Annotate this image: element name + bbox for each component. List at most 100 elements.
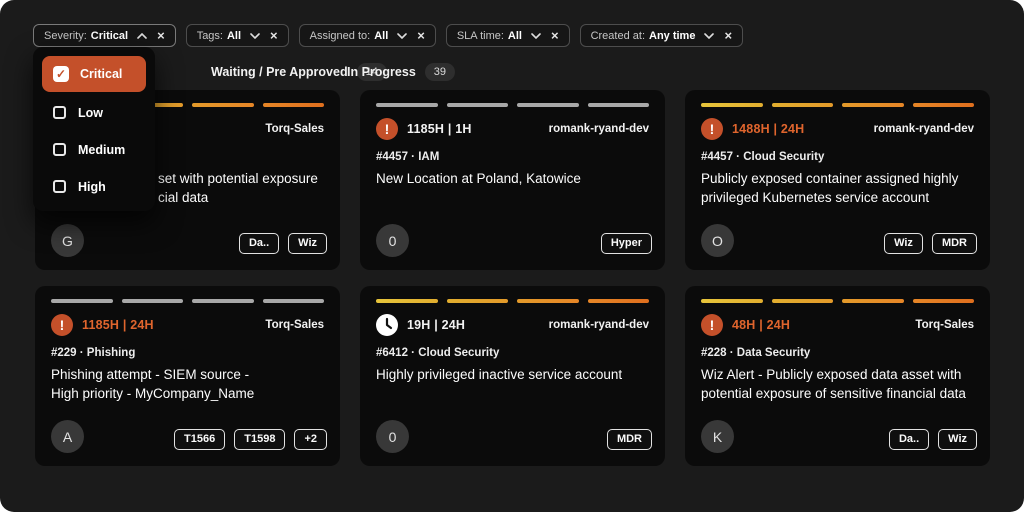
workspace-name: Torq-Sales	[265, 319, 324, 331]
sla-time: 1185H | 1H	[407, 122, 472, 136]
ticket-card[interactable]: 19H | 24H romank-ryand-dev #6412 · Cloud…	[360, 286, 665, 466]
ticket-id-category: #229 · Phishing	[51, 347, 135, 359]
chevron-down-icon[interactable]	[531, 33, 541, 39]
sla-progress-bar	[51, 299, 324, 303]
tag-chip: T1566	[174, 429, 225, 450]
ticket-id-category: #4457 · IAM	[376, 151, 439, 163]
tag-chip: Da..	[889, 429, 929, 450]
sla-progress-bar	[376, 299, 649, 303]
filter-chip-tags[interactable]: Tags: All ×	[186, 24, 289, 47]
filter-value: Critical	[91, 30, 128, 42]
severity-option-high[interactable]: High	[42, 168, 146, 205]
close-icon[interactable]: ×	[417, 29, 425, 42]
filter-value: All	[508, 30, 522, 42]
tag-chip: Hyper	[601, 233, 652, 254]
workspace-name: Torq-Sales	[915, 319, 974, 331]
assignee-avatar: G	[51, 224, 84, 257]
filter-bar: Severity: Critical × Tags: All × Assigne…	[33, 24, 743, 47]
assignee-avatar: A	[51, 420, 84, 453]
ticket-title: New Location at Poland, Katowice	[376, 169, 653, 188]
tag-list: Da.. Wiz	[889, 429, 977, 450]
tag-chip: MDR	[932, 233, 977, 254]
column-label: In Progress	[347, 65, 416, 79]
option-label: Critical	[80, 67, 122, 81]
close-icon[interactable]: ×	[157, 29, 165, 42]
option-label: High	[78, 180, 106, 194]
filter-value: All	[227, 30, 241, 42]
filter-chip-sla-time[interactable]: SLA time: All ×	[446, 24, 570, 47]
sla-time: 1488H | 24H	[732, 122, 804, 136]
assignee-avatar: O	[701, 224, 734, 257]
filter-label: Assigned to:	[310, 30, 371, 42]
severity-option-critical[interactable]: ✓ Critical	[42, 56, 146, 92]
tag-list: Hyper	[601, 233, 652, 254]
chevron-down-icon[interactable]	[397, 33, 407, 39]
sla-progress-bar	[701, 103, 974, 107]
tag-list: Wiz MDR	[884, 233, 977, 254]
tag-chip-more: +2	[294, 429, 327, 450]
ticket-card[interactable]: ! 1185H | 24H Torq-Sales #229 · Phishing…	[35, 286, 340, 466]
sla-time: 48H | 24H	[732, 318, 790, 332]
close-icon[interactable]: ×	[270, 29, 278, 42]
ticket-id-category: #228 · Data Security	[701, 347, 810, 359]
assignee-avatar: 0	[376, 224, 409, 257]
filter-chip-assigned-to[interactable]: Assigned to: All ×	[299, 24, 436, 47]
board-screen: Severity: Critical × Tags: All × Assigne…	[0, 0, 1024, 512]
alert-icon: !	[376, 118, 398, 140]
sla-progress-bar	[376, 103, 649, 107]
tag-chip: T1598	[234, 429, 285, 450]
severity-option-low[interactable]: Low	[42, 94, 146, 131]
tag-chip: Wiz	[288, 233, 327, 254]
tag-chip: Wiz	[884, 233, 923, 254]
tag-list: Da.. Wiz	[239, 233, 327, 254]
severity-dropdown: ✓ Critical Low Medium High	[33, 47, 155, 211]
alert-icon: !	[701, 118, 723, 140]
filter-chip-severity[interactable]: Severity: Critical ×	[33, 24, 176, 47]
assignee-avatar: K	[701, 420, 734, 453]
ticket-title: Phishing attempt - SIEM source - High pr…	[51, 365, 328, 403]
assignee-avatar: 0	[376, 420, 409, 453]
filter-label: Created at:	[591, 30, 645, 42]
tag-list: T1566 T1598 +2	[174, 429, 327, 450]
ticket-card[interactable]: ! 1185H | 1H romank-ryand-dev #4457 · IA…	[360, 90, 665, 270]
sla-progress-bar	[701, 299, 974, 303]
workspace-name: romank-ryand-dev	[549, 319, 649, 331]
filter-label: Severity:	[44, 30, 87, 42]
option-label: Medium	[78, 143, 125, 157]
chevron-down-icon[interactable]	[250, 33, 260, 39]
ticket-id-category: #6412 · Cloud Security	[376, 347, 499, 359]
checkbox-checked-icon[interactable]: ✓	[53, 66, 69, 82]
workspace-name: romank-ryand-dev	[549, 123, 649, 135]
checkbox-unchecked-icon[interactable]	[53, 106, 66, 119]
filter-chip-created-at[interactable]: Created at: Any time ×	[580, 24, 743, 47]
ticket-title: Publicly exposed container assigned high…	[701, 169, 978, 207]
option-label: Low	[78, 106, 103, 120]
ticket-title: Highly privileged inactive service accou…	[376, 365, 653, 384]
severity-option-medium[interactable]: Medium	[42, 131, 146, 168]
count-badge: 39	[425, 63, 455, 81]
close-icon[interactable]: ×	[724, 29, 732, 42]
alert-icon: !	[701, 314, 723, 336]
chevron-down-icon[interactable]	[704, 33, 714, 39]
filter-label: Tags:	[197, 30, 223, 42]
filter-value: All	[374, 30, 388, 42]
workspace-name: romank-ryand-dev	[874, 123, 974, 135]
filter-value: Any time	[649, 30, 695, 42]
filter-label: SLA time:	[457, 30, 504, 42]
sla-time: 19H | 24H	[407, 318, 465, 332]
chevron-up-icon[interactable]	[137, 33, 147, 39]
column-header-in-progress: In Progress 39	[347, 63, 455, 81]
checkbox-unchecked-icon[interactable]	[53, 143, 66, 156]
tag-list: MDR	[607, 429, 652, 450]
workspace-name: Torq-Sales	[265, 123, 324, 135]
clock-icon	[376, 314, 398, 336]
checkbox-unchecked-icon[interactable]	[53, 180, 66, 193]
alert-icon: !	[51, 314, 73, 336]
ticket-id-category: #4457 · Cloud Security	[701, 151, 824, 163]
ticket-title: Wiz Alert - Publicly exposed data asset …	[701, 365, 978, 403]
tag-chip: Da..	[239, 233, 279, 254]
close-icon[interactable]: ×	[551, 29, 559, 42]
sla-time: 1185H | 24H	[82, 318, 154, 332]
ticket-card[interactable]: ! 48H | 24H Torq-Sales #228 · Data Secur…	[685, 286, 990, 466]
ticket-card[interactable]: ! 1488H | 24H romank-ryand-dev #4457 · C…	[685, 90, 990, 270]
